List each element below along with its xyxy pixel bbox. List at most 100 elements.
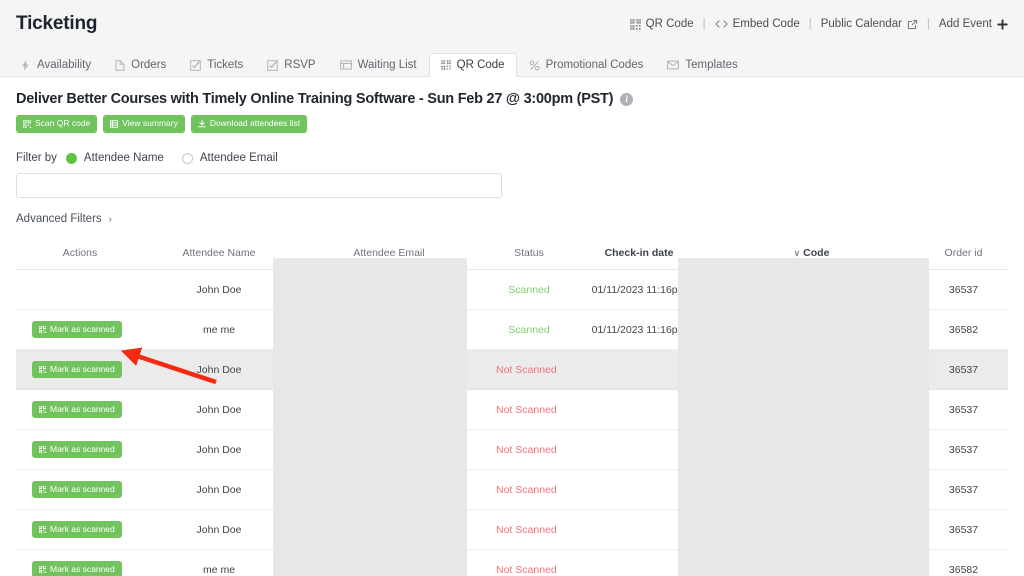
qr-code-icon — [39, 406, 46, 413]
radio-unselected-icon — [182, 153, 193, 164]
cell-attendee-email — [294, 310, 484, 350]
cell-status: Scanned — [484, 310, 574, 350]
tab-label: Promotional Codes — [546, 59, 644, 71]
header-link-label: Embed Code — [733, 18, 800, 30]
cell-attendee-name: John Doe — [144, 350, 294, 390]
advanced-filters-toggle[interactable]: Advanced Filters › — [16, 213, 112, 225]
external-link-icon — [907, 19, 918, 30]
cell-order-id: 36537 — [919, 350, 1008, 390]
mark-as-scanned-button[interactable]: Mark as scanned — [32, 361, 122, 379]
tab-waiting-list[interactable]: Waiting List — [328, 53, 429, 77]
tab-templates[interactable]: Templates — [655, 53, 749, 77]
cell-order-id: 36537 — [919, 430, 1008, 470]
tab-tickets[interactable]: Tickets — [178, 53, 255, 77]
cell-attendee-email — [294, 430, 484, 470]
scan-qr-code-button[interactable]: Scan QR code — [16, 115, 97, 133]
cell-actions: Mark as scanned — [16, 430, 144, 470]
table-row: John DoeScanned01/11/2023 11:16pm36537 — [16, 270, 1008, 310]
cell-actions: Mark as scanned — [16, 390, 144, 430]
header-link-qr-code[interactable]: QR Code — [630, 18, 694, 30]
cell-status: Not Scanned — [484, 470, 574, 510]
cell-actions: Mark as scanned — [16, 470, 144, 510]
filter-radio-attendee-email[interactable]: Attendee Email — [182, 152, 278, 164]
tab-label: RSVP — [284, 59, 315, 71]
cell-code — [704, 270, 919, 310]
chevron-right-icon: › — [109, 214, 112, 225]
header-link-embed-code[interactable]: Embed Code — [715, 18, 800, 30]
cell-order-id: 36537 — [919, 390, 1008, 430]
table-head: Actions Attendee Name Attendee Email Sta… — [16, 239, 1008, 270]
column-header-code[interactable]: ∨Code — [704, 239, 919, 270]
cell-attendee-name: John Doe — [144, 470, 294, 510]
cell-attendee-name: John Doe — [144, 430, 294, 470]
column-label: Actions — [63, 247, 97, 259]
cell-status: Not Scanned — [484, 550, 574, 576]
cell-status: Not Scanned — [484, 430, 574, 470]
qr-code-icon — [39, 526, 46, 533]
filter-by-label: Filter by — [16, 152, 57, 164]
tab-qr-code[interactable]: QR Code — [429, 53, 517, 77]
button-label: Mark as scanned — [50, 485, 115, 494]
button-label: Mark as scanned — [50, 405, 115, 414]
column-header-attendee-email[interactable]: Attendee Email — [294, 239, 484, 270]
column-header-attendee-name[interactable]: Attendee Name — [144, 239, 294, 270]
cell-attendee-name: me me — [144, 310, 294, 350]
embed-code-icon — [715, 19, 728, 29]
event-header: Deliver Better Courses with Timely Onlin… — [16, 91, 1008, 107]
button-label: Mark as scanned — [50, 445, 115, 454]
mark-as-scanned-button[interactable]: Mark as scanned — [32, 521, 122, 539]
tab-rsvp[interactable]: RSVP — [255, 53, 327, 77]
cell-code — [704, 390, 919, 430]
filter-option-label: Attendee Name — [84, 152, 164, 164]
cell-attendee-name: John Doe — [144, 270, 294, 310]
cell-status: Not Scanned — [484, 510, 574, 550]
table-row: Mark as scannedJohn DoeNot Scanned36537 — [16, 350, 1008, 390]
cell-checkin-date — [574, 510, 704, 550]
tab-promotional-codes[interactable]: Promotional Codes — [517, 53, 656, 77]
tab-availability[interactable]: Availability — [8, 53, 103, 77]
cell-checkin-date — [574, 390, 704, 430]
envelope-icon — [667, 60, 679, 70]
table-row: Mark as scannedJohn DoeNot Scanned36537 — [16, 390, 1008, 430]
column-label: Check-in date — [605, 247, 674, 259]
download-icon — [198, 119, 206, 128]
table-row: Mark as scanned John Doe Not Scanned 36537 — [16, 430, 1008, 470]
page-title: Deliver Better Courses with Timely Onlin… — [16, 91, 613, 107]
cell-order-id: 36582 — [919, 310, 1008, 350]
column-header-status[interactable]: Status — [484, 239, 574, 270]
mark-as-scanned-button[interactable]: Mark as scanned — [32, 561, 122, 576]
tab-orders[interactable]: Orders — [103, 53, 178, 77]
cell-actions: Mark as scanned — [16, 550, 144, 576]
table-row: Mark as scannedme meNot Scanned36582 — [16, 550, 1008, 576]
view-summary-button[interactable]: View summary — [103, 115, 185, 133]
cell-checkin-date: 01/11/2023 11:16pm — [574, 270, 704, 310]
event-action-buttons: Scan QR code View summary Download atten… — [16, 115, 1008, 133]
header-link-public-calendar[interactable]: Public Calendar — [821, 18, 918, 30]
tab-label: QR Code — [457, 59, 505, 71]
mark-as-scanned-button[interactable]: Mark as scanned — [32, 321, 122, 339]
header-separator: | — [927, 18, 930, 30]
cell-checkin-date — [574, 470, 704, 510]
column-header-checkin-date[interactable]: Check-in date — [574, 239, 704, 270]
header-link-label: Public Calendar — [821, 18, 902, 30]
info-icon[interactable]: i — [620, 93, 633, 106]
filter-search-input[interactable] — [16, 173, 502, 198]
qr-code-icon — [39, 366, 46, 373]
filter-radio-attendee-name[interactable]: Attendee Name — [66, 152, 164, 164]
header-separator: | — [809, 18, 812, 30]
ticketing-qr-code-page: Ticketing QR Code | — [0, 0, 1024, 576]
filter-by-row: Filter by Attendee Name Attendee Email — [16, 152, 1008, 164]
mark-as-scanned-button[interactable]: Mark as scanned — [32, 401, 122, 419]
column-header-order-id[interactable]: Order id — [919, 239, 1008, 270]
cell-attendee-name: John Doe — [144, 510, 294, 550]
qr-code-icon — [39, 446, 46, 453]
column-header-actions[interactable]: Actions — [16, 239, 144, 270]
mark-as-scanned-button[interactable]: Mark as scanned — [32, 441, 122, 459]
plus-icon — [997, 19, 1008, 30]
column-label: Code — [803, 247, 829, 259]
mark-as-scanned-button[interactable]: Mark as scanned — [32, 481, 122, 499]
cell-attendee-email — [294, 510, 484, 550]
header-link-add-event[interactable]: Add Event — [939, 18, 1008, 30]
download-attendees-list-button[interactable]: Download attendees list — [191, 115, 307, 133]
cell-code — [704, 310, 919, 350]
